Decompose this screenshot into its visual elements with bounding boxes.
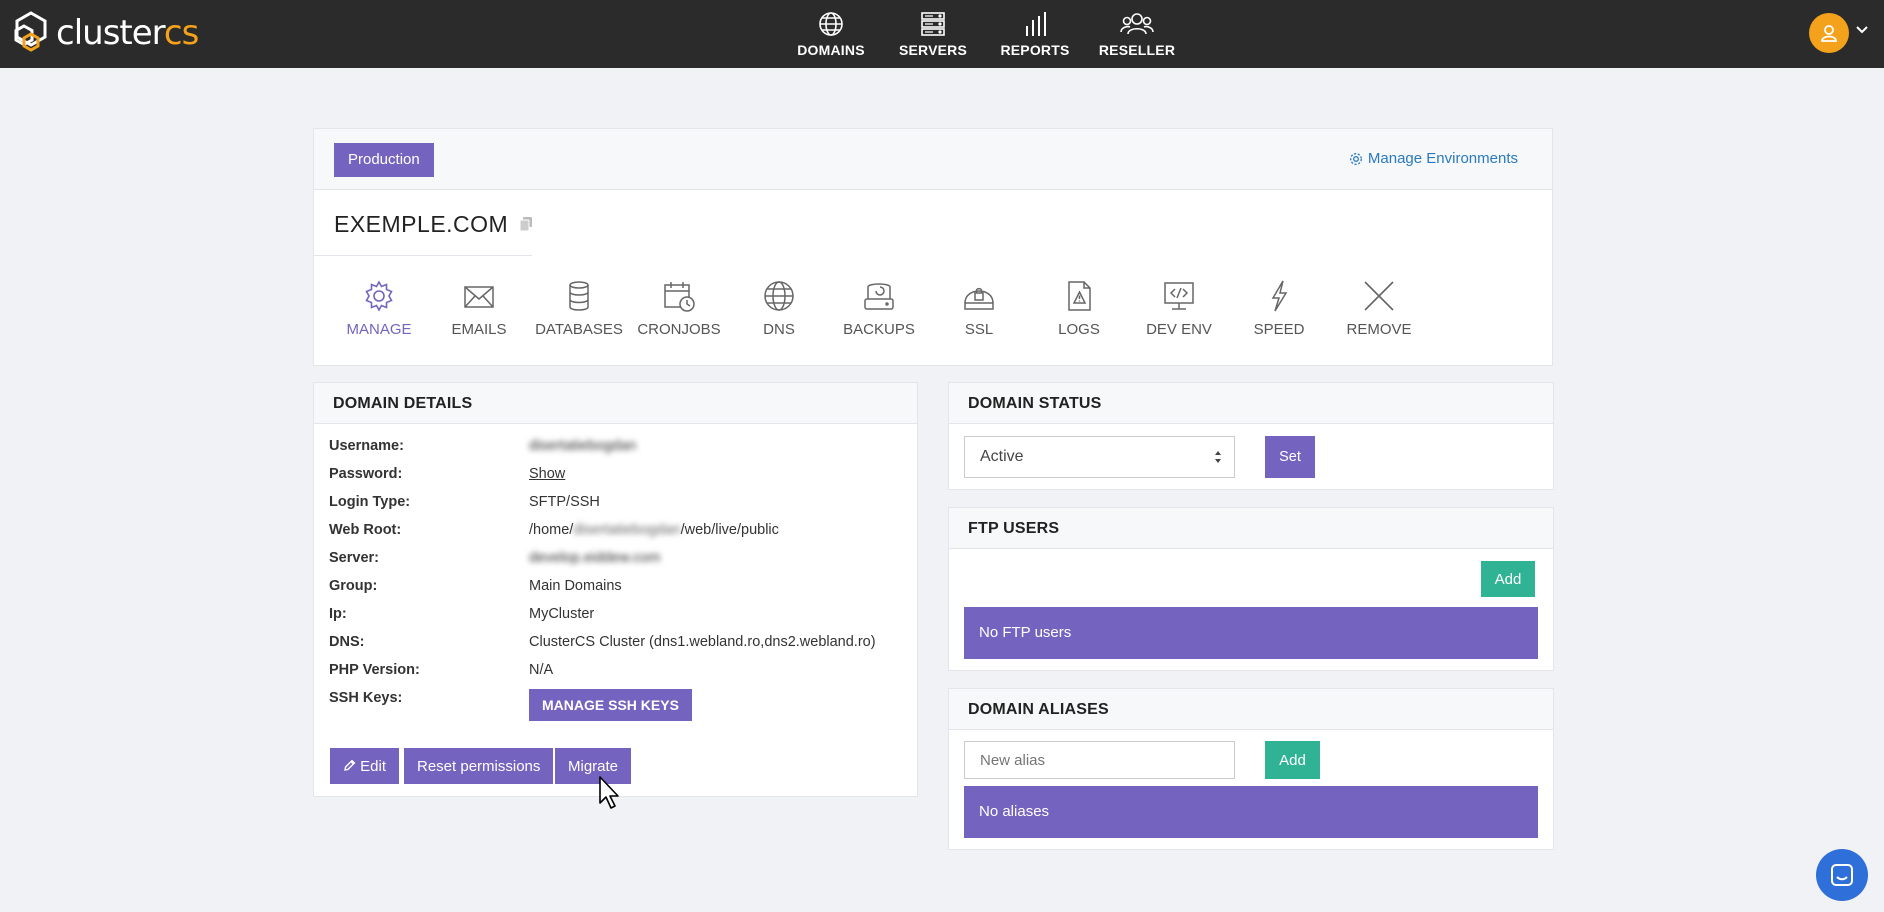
database-icon bbox=[569, 281, 589, 311]
tab-remove[interactable]: REMOVE bbox=[1329, 279, 1429, 349]
nav-servers-label: SERVERS bbox=[898, 42, 968, 58]
chat-widget-button[interactable] bbox=[1816, 849, 1868, 901]
users-icon bbox=[1120, 13, 1154, 35]
tab-remove-label: REMOVE bbox=[1346, 321, 1412, 338]
tab-speed-label: SPEED bbox=[1253, 321, 1305, 338]
tab-cronjobs[interactable]: CRONJOBS bbox=[629, 279, 729, 349]
manage-ssh-keys-button[interactable]: MANAGE SSH KEYS bbox=[529, 689, 692, 721]
domain-tabs: MANAGE EMAILS DATABASES CRONJOBS DNS BAC… bbox=[329, 279, 1429, 349]
calendar-clock-icon bbox=[664, 282, 695, 312]
tab-manage-label: MANAGE bbox=[346, 321, 412, 338]
nav-reseller[interactable]: RESELLER bbox=[1086, 0, 1188, 68]
ftp-users-panel: FTP USERS Add No FTP users bbox=[948, 507, 1554, 671]
tab-databases[interactable]: DATABASES bbox=[529, 279, 629, 349]
tab-backups-label: BACKUPS bbox=[843, 321, 915, 338]
tab-ssl-label: SSL bbox=[964, 321, 994, 338]
bar-chart-icon bbox=[1026, 12, 1046, 36]
domain-status-panel: DOMAIN STATUS Active Set bbox=[948, 382, 1554, 490]
clustercs-logo[interactable]: clustercs bbox=[10, 8, 199, 58]
nav-reseller-label: RESELLER bbox=[1098, 42, 1176, 58]
nav-domains-label: DOMAINS bbox=[797, 42, 865, 58]
status-select[interactable]: Active bbox=[964, 436, 1235, 478]
logo-text: clustercs bbox=[56, 13, 199, 53]
tab-emails[interactable]: EMAILS bbox=[429, 279, 529, 349]
copy-icon[interactable] bbox=[520, 217, 532, 231]
tab-emails-label: EMAILS bbox=[451, 321, 507, 338]
tab-dns-label: DNS bbox=[763, 321, 795, 338]
tab-dev-env[interactable]: DEV ENV bbox=[1129, 279, 1229, 349]
ftp-users-header: FTP USERS bbox=[949, 508, 1553, 549]
domain-details-panel: DOMAIN DETAILS Username: disertatiebogda… bbox=[313, 382, 918, 797]
tab-dns[interactable]: DNS bbox=[729, 279, 829, 349]
envelope-icon bbox=[464, 286, 494, 308]
manage-environments-link[interactable]: Manage Environments bbox=[1349, 150, 1518, 167]
log-file-icon bbox=[1068, 281, 1091, 311]
nav-reports-label: REPORTS bbox=[1000, 42, 1070, 58]
tab-databases-label: DATABASES bbox=[535, 321, 623, 338]
mouse-cursor-icon bbox=[599, 776, 619, 809]
add-ftp-user-button[interactable]: Add bbox=[1481, 561, 1535, 597]
hexagon-logo-icon bbox=[14, 11, 47, 52]
reset-permissions-button[interactable]: Reset permissions bbox=[404, 748, 554, 784]
chevron-down-icon[interactable] bbox=[1856, 26, 1868, 34]
nav-servers[interactable]: SERVERS bbox=[882, 0, 984, 68]
main-nav: DOMAINS SERVERS REPORTS RESELLER bbox=[780, 0, 1188, 68]
ssl-lock-icon bbox=[964, 287, 994, 310]
tab-backups[interactable]: BACKUPS bbox=[829, 279, 929, 349]
manage-environments-label: Manage Environments bbox=[1367, 150, 1518, 167]
gear-icon bbox=[365, 280, 393, 312]
new-alias-input[interactable] bbox=[964, 741, 1235, 779]
tab-speed[interactable]: SPEED bbox=[1229, 279, 1329, 349]
set-status-button[interactable]: Set bbox=[1265, 436, 1315, 478]
user-avatar[interactable] bbox=[1809, 13, 1849, 53]
tab-manage[interactable]: MANAGE bbox=[329, 279, 429, 349]
lightning-icon bbox=[1271, 280, 1288, 312]
tab-logs[interactable]: LOGS bbox=[1029, 279, 1129, 349]
backup-drive-icon bbox=[864, 283, 894, 310]
code-monitor-icon bbox=[1164, 282, 1194, 310]
status-selected-value: Active bbox=[980, 448, 1024, 465]
gear-icon bbox=[1349, 152, 1362, 165]
nav-domains[interactable]: DOMAINS bbox=[780, 0, 882, 68]
domain-details-header: DOMAIN DETAILS bbox=[314, 383, 917, 424]
top-navbar: clustercs DOMAINS SERVERS REPORTS RESELL… bbox=[0, 0, 1884, 68]
tab-logs-label: LOGS bbox=[1058, 321, 1100, 338]
title-divider bbox=[314, 255, 532, 256]
environment-bar: Production Manage Environments bbox=[314, 129, 1552, 190]
add-alias-button[interactable]: Add bbox=[1265, 741, 1320, 779]
select-arrows-icon bbox=[1215, 451, 1221, 463]
username-value: disertatiebogdan bbox=[529, 438, 637, 454]
tab-dev-env-label: DEV ENV bbox=[1146, 321, 1212, 338]
chat-icon bbox=[1831, 864, 1853, 886]
domain-status-header: DOMAIN STATUS bbox=[949, 383, 1553, 424]
domain-aliases-header: DOMAIN ALIASES bbox=[949, 689, 1553, 730]
pencil-icon bbox=[344, 759, 356, 771]
domain-card: Production Manage Environments EXEMPLE.C… bbox=[313, 128, 1553, 366]
edit-button[interactable]: Edit bbox=[330, 748, 400, 784]
domain-aliases-panel: DOMAIN ALIASES Add No aliases bbox=[948, 688, 1554, 850]
nav-reports[interactable]: REPORTS bbox=[984, 0, 1086, 68]
globe-icon bbox=[764, 281, 794, 311]
close-icon bbox=[1364, 281, 1394, 311]
no-aliases-notice: No aliases bbox=[964, 786, 1538, 838]
production-env-button[interactable]: Production bbox=[334, 143, 434, 177]
no-ftp-users-notice: No FTP users bbox=[964, 607, 1538, 659]
show-password-link[interactable]: Show bbox=[529, 466, 565, 482]
domain-title: EXEMPLE.COM bbox=[334, 211, 509, 237]
tab-ssl[interactable]: SSL bbox=[929, 279, 1029, 349]
web-root-value: /home/disertatiebogdan/web/live/public bbox=[529, 522, 779, 538]
globe-icon bbox=[819, 12, 843, 36]
tab-cronjobs-label: CRONJOBS bbox=[637, 321, 721, 338]
server-icon bbox=[921, 12, 945, 36]
user-icon bbox=[1821, 25, 1837, 42]
